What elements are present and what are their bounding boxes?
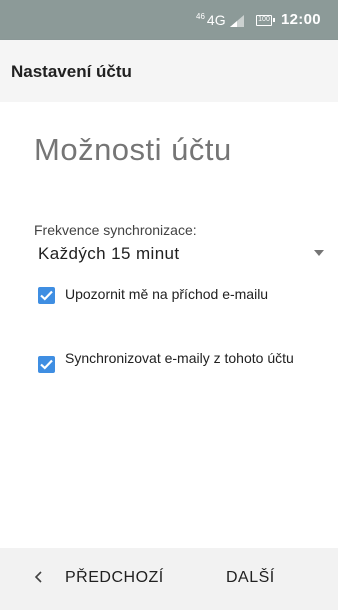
network-type: 4G bbox=[206, 12, 226, 28]
chevron-left-icon[interactable] bbox=[33, 570, 43, 584]
bottom-navigation-bar: PŘEDCHOZÍ DALŠÍ bbox=[0, 548, 338, 610]
sync-frequency-label: Frekvence synchronizace: bbox=[34, 222, 197, 238]
previous-button[interactable]: PŘEDCHOZÍ bbox=[65, 569, 164, 587]
sync-email-checkbox[interactable] bbox=[38, 356, 55, 373]
dropdown-arrow-icon bbox=[314, 250, 324, 256]
next-button[interactable]: DALŠÍ bbox=[226, 569, 275, 587]
battery-icon: 100 bbox=[256, 15, 275, 26]
check-icon bbox=[40, 359, 53, 370]
sync-email-label: Synchronizovat e-maily z tohoto účtu bbox=[65, 350, 294, 366]
network-sup: 46 bbox=[196, 12, 205, 21]
app-bar: Nastavení účtu bbox=[0, 40, 338, 102]
account-options-panel: Možnosti účtu Frekvence synchronizace: K… bbox=[0, 102, 338, 548]
sync-frequency-dropdown[interactable]: Každých 15 minut bbox=[34, 244, 324, 268]
notify-email-label: Upozornit mě na příchod e-mailu bbox=[65, 286, 269, 302]
notify-email-option[interactable]: Upozornit mě na příchod e-mailu bbox=[38, 286, 328, 306]
sync-email-option[interactable]: Synchronizovat e-maily z tohoto účtu bbox=[38, 350, 328, 386]
status-time: 12:00 bbox=[281, 11, 321, 28]
section-heading: Možnosti účtu bbox=[34, 132, 232, 167]
status-bar: 46 4G 100 12:00 bbox=[0, 0, 338, 40]
sync-frequency-value: Každých 15 minut bbox=[38, 244, 180, 263]
notify-email-checkbox[interactable] bbox=[38, 287, 55, 304]
network-indicator: 46 4G bbox=[196, 12, 226, 28]
signal-icon bbox=[230, 15, 244, 27]
page-title: Nastavení účtu bbox=[11, 62, 132, 81]
check-icon bbox=[40, 290, 53, 301]
